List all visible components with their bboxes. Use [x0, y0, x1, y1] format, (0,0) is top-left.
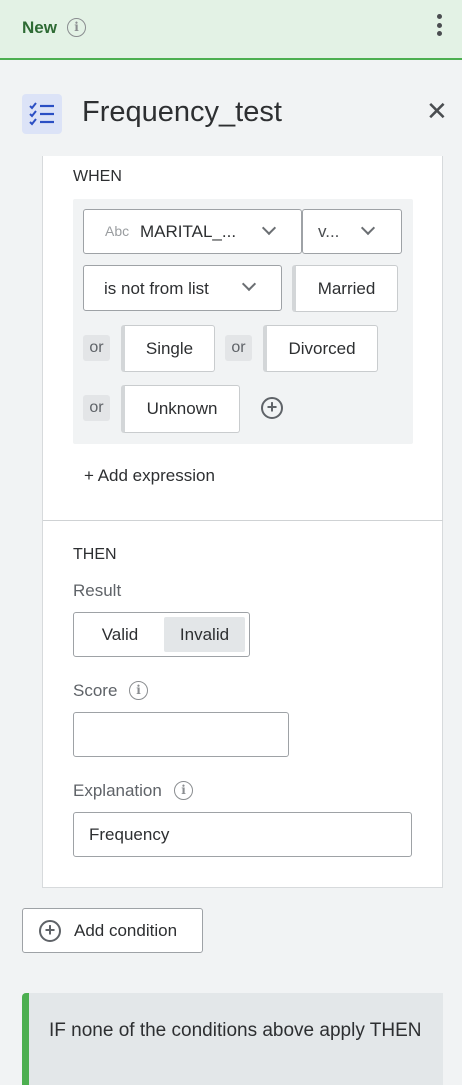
more-vert-icon[interactable] — [433, 14, 445, 40]
attribute-select[interactable]: Abc MARITAL_... — [83, 209, 302, 254]
when-label: WHEN — [73, 168, 122, 185]
add-expression-button[interactable]: + Add expression — [84, 466, 215, 486]
or-label: or — [83, 395, 110, 421]
or-label: or — [83, 335, 110, 361]
field-value: v... — [318, 222, 340, 241]
status-bar: New i — [0, 0, 462, 60]
value-chip[interactable]: Single — [121, 325, 215, 372]
result-label: Result — [73, 581, 122, 600]
explanation-label: Explanation — [73, 781, 162, 800]
close-icon[interactable]: ✕ — [426, 98, 448, 124]
add-circle-icon[interactable]: + — [261, 397, 283, 419]
valid-option[interactable]: Valid — [80, 617, 160, 652]
then-label: THEN — [73, 546, 117, 563]
or-label: or — [225, 335, 252, 361]
operator-value: is not from list — [104, 279, 209, 298]
operator-select[interactable]: is not from list — [83, 265, 282, 311]
status-label: New — [22, 18, 57, 37]
checklist-icon — [22, 94, 62, 134]
attribute-value: MARITAL_... — [140, 222, 237, 241]
add-condition-button[interactable]: + Add condition — [22, 908, 203, 953]
info-icon[interactable]: i — [67, 18, 86, 37]
score-label: Score — [73, 681, 118, 700]
fallback-text: IF none of the conditions above apply TH… — [49, 1020, 422, 1041]
value-chip[interactable]: Divorced — [263, 325, 378, 372]
invalid-option[interactable]: Invalid — [164, 617, 245, 652]
chevron-down-icon — [261, 220, 277, 236]
chevron-down-icon — [241, 276, 257, 292]
score-input[interactable] — [73, 712, 289, 757]
fallback-condition: IF none of the conditions above apply TH… — [22, 993, 443, 1085]
result-toggle: Valid Invalid — [73, 612, 250, 657]
text-type-badge: Abc — [105, 223, 130, 239]
expression-group: Abc MARITAL_... v... is not from list Ma… — [73, 199, 413, 444]
divider — [43, 520, 443, 521]
panel-header: Frequency_test ✕ — [0, 62, 462, 156]
condition-card: WHEN Abc MARITAL_... v... is not from li… — [42, 156, 443, 888]
chevron-down-icon — [360, 220, 376, 236]
field-select[interactable]: v... — [302, 209, 402, 254]
page-title: Frequency_test — [82, 96, 282, 128]
info-icon[interactable]: i — [174, 781, 193, 800]
add-circle-icon: + — [39, 920, 61, 942]
info-icon[interactable]: i — [129, 681, 148, 700]
value-chip[interactable]: Married — [292, 265, 398, 312]
add-condition-label: Add condition — [74, 921, 178, 940]
value-chip[interactable]: Unknown — [121, 385, 240, 433]
explanation-input[interactable]: Frequency — [73, 812, 412, 857]
